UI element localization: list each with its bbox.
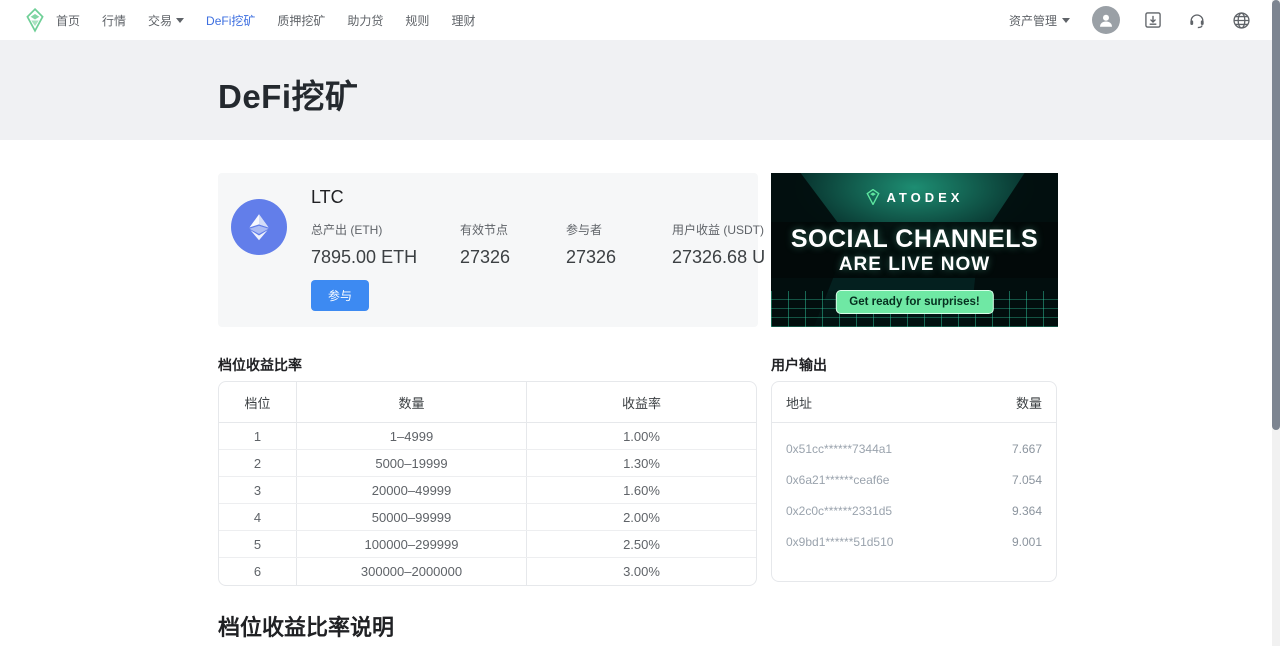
download-app-button[interactable] — [1142, 9, 1164, 31]
address: 0x2c0c******2331d5 — [786, 504, 892, 518]
output-section-title: 用户输出 — [771, 355, 827, 375]
table-row: 5 100000–299999 2.50% — [219, 531, 756, 558]
nav-item-home[interactable]: 首页 — [56, 12, 80, 29]
table-row: 4 50000–99999 2.00% — [219, 504, 756, 531]
table-row: 0x51cc******7344a1 7.667 — [772, 433, 1056, 464]
table-row: 1 1–4999 1.00% — [219, 423, 756, 450]
address: 0x6a21******ceaf6e — [786, 473, 889, 487]
ethereum-icon — [231, 199, 287, 255]
stat-label: 用户收益 (USDT) — [672, 221, 765, 238]
amount: 9.001 — [1012, 535, 1042, 549]
page-scrollbar[interactable] — [1272, 0, 1280, 646]
address: 0x51cc******7344a1 — [786, 442, 892, 456]
chevron-down-icon — [176, 18, 184, 23]
tier-explanation-heading: 档位收益比率说明 — [218, 610, 394, 642]
output-table-header: 地址 数量 — [772, 382, 1056, 423]
address: 0x9bd1******51d510 — [786, 535, 893, 549]
scrollbar-thumb[interactable] — [1272, 0, 1280, 430]
column-header: 档位 — [219, 382, 297, 422]
stat-value: 7895.00 ETH — [311, 247, 417, 268]
stat-value: 27326 — [460, 247, 510, 268]
amount: 7.054 — [1012, 473, 1042, 487]
stat-label: 总产出 (ETH) — [311, 221, 417, 238]
stat-user-earnings: 用户收益 (USDT) 27326.68 U — [672, 221, 765, 268]
asset-management-menu[interactable]: 资产管理 — [1009, 12, 1070, 29]
nav-item-defi-mining[interactable]: DeFi挖矿 — [206, 12, 255, 29]
nav-item-markets[interactable]: 行情 — [102, 12, 126, 29]
table-row: 0x6a21******ceaf6e 7.054 — [772, 464, 1056, 495]
table-row: 2 5000–19999 1.30% — [219, 450, 756, 477]
globe-icon — [1231, 10, 1252, 31]
stat-total-output: 总产出 (ETH) 7895.00 ETH — [311, 221, 417, 268]
banner-brand-text: ATODEX — [887, 190, 964, 205]
tier-table-header: 档位 数量 收益率 — [219, 382, 756, 423]
user-output-table: 地址 数量 0x51cc******7344a1 7.667 0x6a21***… — [771, 381, 1057, 582]
user-avatar[interactable] — [1092, 6, 1120, 34]
column-header: 数量 — [297, 382, 527, 422]
stat-value: 27326.68 U — [672, 247, 765, 268]
amount: 7.667 — [1012, 442, 1042, 456]
nav-right-cluster: 资产管理 — [1009, 0, 1252, 40]
headset-icon — [1187, 10, 1207, 30]
tier-table: 档位 数量 收益率 1 1–4999 1.00% 2 5000–19999 1.… — [218, 381, 757, 586]
stat-participants: 参与者 27326 — [566, 221, 616, 268]
nav-item-staking[interactable]: 质押挖矿 — [277, 12, 325, 29]
chevron-down-icon — [1062, 18, 1070, 23]
main-menu: 首页 行情 交易 DeFi挖矿 质押挖矿 助力贷 规则 理财 — [56, 0, 475, 40]
page-title: DeFi挖矿 — [218, 70, 359, 118]
customer-support-button[interactable] — [1186, 9, 1208, 31]
tier-section-title: 档位收益比率 — [218, 355, 302, 375]
coin-name: LTC — [311, 187, 344, 208]
atodex-gem-icon — [866, 189, 880, 205]
top-nav: 首页 行情 交易 DeFi挖矿 质押挖矿 助力贷 规则 理财 资产管理 — [0, 0, 1272, 40]
brand-logo-icon[interactable] — [22, 7, 48, 33]
join-button[interactable]: 参与 — [311, 280, 369, 311]
nav-item-wealth[interactable]: 理财 — [451, 12, 475, 29]
banner-title-band: SOCIAL CHANNELS ARE LIVE NOW — [771, 222, 1058, 278]
banner-title-line1: SOCIAL CHANNELS — [791, 225, 1038, 254]
language-button[interactable] — [1230, 9, 1252, 31]
stat-valid-nodes: 有效节点 27326 — [460, 221, 510, 268]
banner-title-line2: ARE LIVE NOW — [839, 254, 990, 276]
amount: 9.364 — [1012, 504, 1042, 518]
stat-label: 有效节点 — [460, 221, 510, 238]
stat-value: 27326 — [566, 247, 616, 268]
download-icon — [1143, 10, 1163, 30]
stat-label: 参与者 — [566, 221, 616, 238]
table-row: 0x2c0c******2331d5 9.364 — [772, 495, 1056, 526]
column-header: 数量 — [1016, 393, 1042, 412]
nav-item-trade[interactable]: 交易 — [148, 12, 184, 29]
nav-item-boost-loan[interactable]: 助力贷 — [347, 12, 383, 29]
mining-card: LTC 总产出 (ETH) 7895.00 ETH 有效节点 27326 参与者… — [218, 173, 758, 327]
table-row: 6 300000–2000000 3.00% — [219, 558, 756, 585]
column-header: 收益率 — [527, 382, 756, 422]
banner-brand: ATODEX — [771, 189, 1058, 205]
banner-cta-button[interactable]: Get ready for surprises! — [835, 290, 993, 314]
nav-item-rules[interactable]: 规则 — [405, 12, 429, 29]
column-header: 地址 — [786, 393, 812, 412]
table-row: 3 20000–49999 1.60% — [219, 477, 756, 504]
person-icon — [1097, 11, 1115, 29]
hero-band: DeFi挖矿 — [0, 40, 1272, 140]
promo-banner[interactable]: ATODEX SOCIAL CHANNELS ARE LIVE NOW Get … — [771, 173, 1058, 327]
table-row: 0x9bd1******51d510 9.001 — [772, 526, 1056, 557]
